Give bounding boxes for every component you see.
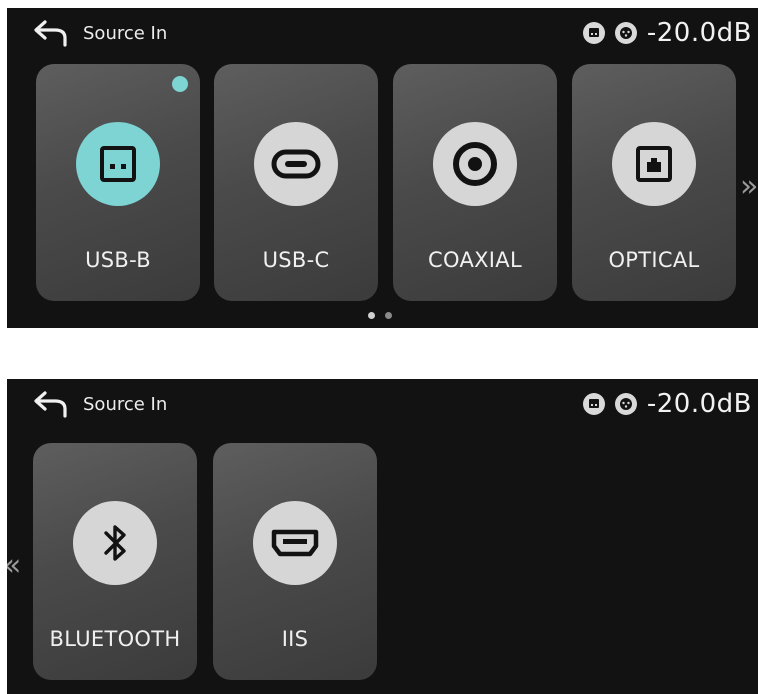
source-card-usb-c[interactable]: USB-C [214, 64, 378, 301]
xlr-status-icon [614, 22, 637, 44]
hdmi-icon [253, 501, 337, 585]
volume-readout: -20.0dB [646, 18, 752, 48]
next-page-arrow[interactable]: » [740, 172, 758, 202]
source-card-iis[interactable]: IIS [213, 443, 377, 680]
page-dot-1[interactable] [368, 312, 375, 319]
active-indicator [172, 76, 188, 92]
source-in-screen-page-1: Source In -20.0dB USB-B USB-C COAXIAL OP… [7, 8, 758, 328]
card-label: IIS [281, 627, 309, 651]
header: Source In -20.0dB [7, 379, 758, 431]
status-bar: -20.0dB [582, 16, 752, 50]
bluetooth-icon [73, 501, 157, 585]
page-dot-2[interactable] [385, 312, 392, 319]
usb-b-status-icon [582, 22, 605, 44]
card-label: COAXIAL [428, 248, 522, 272]
status-bar: -20.0dB [582, 387, 752, 421]
page-title: Source In [83, 23, 168, 44]
source-in-screen-page-2: Source In -20.0dB « BLUETOOTH II [7, 379, 758, 694]
usb-b-icon [76, 122, 160, 206]
source-card-bluetooth[interactable]: BLUETOOTH [33, 443, 197, 680]
back-arrow-icon[interactable] [33, 390, 69, 418]
back-arrow-icon[interactable] [33, 19, 69, 47]
card-label: USB-C [262, 248, 330, 272]
usb-b-status-icon [582, 393, 605, 415]
previous-page-arrow[interactable]: « [7, 551, 21, 581]
volume-readout: -20.0dB [646, 389, 752, 419]
source-card-coaxial[interactable]: COAXIAL [393, 64, 557, 301]
header: Source In -20.0dB [7, 8, 758, 60]
optical-icon [612, 122, 696, 206]
pagination-dots [368, 312, 392, 319]
source-card-optical[interactable]: OPTICAL [572, 64, 736, 301]
usb-c-icon [254, 122, 338, 206]
card-label: USB-B [85, 248, 151, 272]
page-title: Source In [83, 394, 168, 415]
coaxial-icon [433, 122, 517, 206]
source-card-usb-b[interactable]: USB-B [36, 64, 200, 301]
card-label: OPTICAL [608, 248, 700, 272]
card-label: BLUETOOTH [49, 627, 181, 651]
xlr-status-icon [614, 393, 637, 415]
